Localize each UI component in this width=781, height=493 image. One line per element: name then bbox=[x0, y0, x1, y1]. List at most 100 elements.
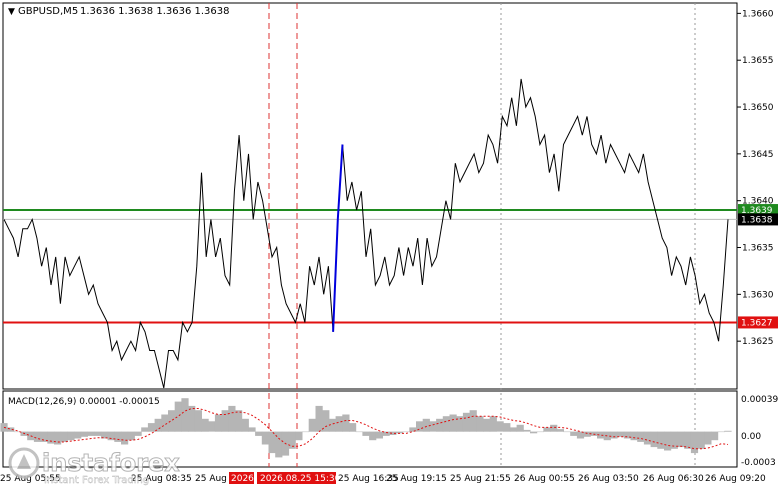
macd-bar bbox=[536, 431, 544, 433]
macd-bar bbox=[174, 401, 182, 432]
macd-bar bbox=[168, 410, 176, 432]
macd-bar bbox=[268, 431, 276, 454]
macd-bar bbox=[161, 414, 169, 432]
macd-bar bbox=[54, 431, 62, 445]
macd-bar bbox=[154, 418, 162, 432]
macd-bar bbox=[429, 421, 437, 432]
chart-header-arrow: ▼ bbox=[8, 7, 15, 17]
macd-axis-tick: 0.00 bbox=[741, 432, 761, 442]
chart-canvas[interactable]: ▼ GBPUSD,M5 1.3636 1.3638 1.3636 1.3638 … bbox=[0, 0, 781, 489]
macd-axis-tick: -0.0003 bbox=[741, 458, 776, 468]
macd-bar bbox=[664, 431, 672, 451]
macd-bar bbox=[127, 431, 135, 441]
support-price-label: 1.3627 bbox=[741, 318, 773, 328]
macd-bar bbox=[308, 418, 316, 432]
price-tick-label: 1.3630 bbox=[742, 290, 774, 300]
macd-bar bbox=[442, 416, 450, 432]
marker-time-partial: 2026. bbox=[231, 474, 257, 484]
macd-bar bbox=[335, 416, 343, 432]
macd-bar bbox=[295, 431, 303, 441]
macd-bar bbox=[469, 410, 477, 432]
macd-bar bbox=[684, 431, 692, 449]
symbol-label: GBPUSD,M5 bbox=[18, 6, 78, 17]
macd-bar bbox=[80, 431, 88, 437]
macd-bar bbox=[617, 431, 625, 437]
macd-bar bbox=[462, 412, 471, 432]
macd-bar bbox=[650, 431, 658, 448]
macd-bar bbox=[214, 414, 223, 432]
ohlc-label: 1.3636 1.3638 1.3636 1.3638 bbox=[80, 6, 230, 17]
macd-bar bbox=[610, 431, 618, 439]
macd-bar bbox=[516, 424, 524, 432]
price-panel-frame bbox=[2, 2, 738, 390]
macd-bar bbox=[194, 410, 202, 432]
macd-bar bbox=[33, 431, 42, 442]
macd-bar bbox=[416, 421, 424, 432]
macd-bar bbox=[704, 431, 712, 445]
time-axis-tick: 25 Aug 19:15 bbox=[386, 474, 447, 484]
macd-bar bbox=[483, 418, 491, 432]
macd-bar bbox=[355, 431, 363, 433]
macd-bar bbox=[556, 429, 564, 432]
price-tick-label: 1.3650 bbox=[742, 103, 774, 113]
macd-bar bbox=[643, 431, 652, 445]
price-tick-label: 1.3625 bbox=[742, 337, 774, 347]
macd-bar bbox=[657, 431, 665, 449]
watermark-tagline: Instant Forex Trading bbox=[44, 475, 149, 486]
macd-bar bbox=[241, 418, 249, 432]
time-axis-tick: 26 Aug 03:50 bbox=[578, 474, 639, 484]
macd-bar bbox=[630, 431, 638, 441]
macd-bar bbox=[570, 431, 578, 436]
macd-axis-tick: 0.00039 bbox=[741, 395, 778, 405]
macd-bar bbox=[402, 431, 410, 433]
macd-bar bbox=[422, 418, 430, 432]
macd-bar bbox=[476, 416, 484, 432]
price-tick-label: 1.3635 bbox=[742, 244, 774, 254]
macd-bar bbox=[563, 431, 571, 433]
macd-bar bbox=[302, 431, 310, 433]
macd-bar bbox=[456, 416, 464, 432]
macd-bar bbox=[530, 431, 538, 434]
macd-bar bbox=[711, 431, 719, 441]
macd-bar bbox=[141, 427, 149, 432]
macd-bar bbox=[94, 431, 102, 436]
marker-time-label: 2026.08.25 15:30 bbox=[260, 474, 341, 484]
macd-bar bbox=[677, 431, 685, 448]
macd-bar bbox=[181, 398, 189, 432]
macd-bar bbox=[208, 421, 216, 432]
macd-bar bbox=[47, 431, 55, 444]
macd-bar bbox=[523, 429, 531, 432]
macd-bar bbox=[261, 431, 269, 445]
macd-label: MACD(12,26,9) 0.00001 -0.00015 bbox=[8, 397, 160, 407]
time-axis-tick: 26 Aug 06:30 bbox=[643, 474, 704, 484]
macd-bar bbox=[228, 405, 236, 432]
trading-chart[interactable]: ▼ GBPUSD,M5 1.3636 1.3638 1.3636 1.3638 … bbox=[0, 0, 781, 489]
macd-bar bbox=[690, 431, 699, 454]
time-axis-tick: 26 Aug 00:55 bbox=[514, 474, 575, 484]
macd-bar bbox=[67, 431, 75, 441]
price-tick-label: 1.3655 bbox=[742, 56, 774, 66]
time-axis-tick: 26 Aug 09:20 bbox=[705, 474, 766, 484]
macd-bar bbox=[201, 418, 209, 432]
price-axis: 1.36601.36551.36501.36451.36401.36351.36… bbox=[737, 9, 774, 347]
time-axis-tick: 25 Aug bbox=[195, 474, 227, 484]
macd-bar bbox=[134, 431, 142, 436]
macd-bar bbox=[60, 431, 68, 442]
price-tick-label: 1.3645 bbox=[742, 150, 774, 160]
macd-bar bbox=[489, 416, 497, 432]
time-axis-tick: 25 Aug 21:55 bbox=[450, 474, 511, 484]
macd-bar bbox=[248, 427, 256, 432]
macd-bar bbox=[349, 423, 357, 432]
macd-bar bbox=[436, 418, 444, 432]
macd-bar bbox=[496, 421, 504, 432]
macd-bar bbox=[503, 423, 511, 432]
macd-bar bbox=[121, 431, 129, 445]
macd-bar bbox=[697, 431, 705, 449]
macd-bar bbox=[509, 427, 518, 432]
macd-bar bbox=[147, 423, 156, 432]
macd-bar bbox=[369, 431, 377, 441]
macd-bar bbox=[362, 431, 370, 436]
macd-bar bbox=[255, 431, 263, 436]
macd-bar bbox=[375, 431, 383, 439]
macd-bar bbox=[717, 431, 725, 433]
